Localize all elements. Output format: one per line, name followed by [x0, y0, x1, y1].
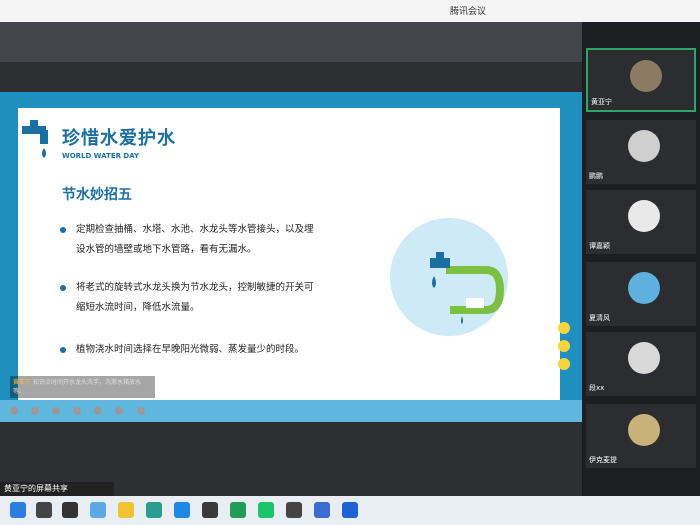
bullet-item: 定期检查抽桶、水塔、水池、水龙头等水管接头，以及埋 设水管的墙壁或地下水管路，看… [60, 220, 362, 260]
share-label-text: 黄亚宁的屏幕共享 [4, 484, 68, 493]
window-title: 腾讯会议 [450, 7, 487, 17]
slide-heading: 节水妙招五 [62, 187, 132, 203]
participant-name: 夏清风 [589, 314, 610, 322]
file-explorer-icon[interactable] [118, 502, 134, 518]
task-view-icon[interactable] [62, 502, 78, 518]
participant-name: 黄亚宁 [591, 98, 612, 106]
chat-text: 知识点时间开水龙头洗手，洗漱水箱放水等。 [13, 379, 141, 395]
presentation-slide: 珍惜水爱护水 WORLD WATER DAY 节水妙招五 定期检查抽桶、水塔、水… [0, 92, 582, 422]
slide-card: 珍惜水爱护水 WORLD WATER DAY 节水妙招五 定期检查抽桶、水塔、水… [18, 108, 560, 400]
participant-name: 谭嘉颖 [589, 242, 610, 250]
annotation-toolbar[interactable] [10, 400, 153, 415]
participant-tile[interactable]: 鹏鹏 [586, 120, 696, 184]
tencent-meeting-icon[interactable] [342, 502, 358, 518]
slide-title: 珍惜水爱护水 [62, 128, 176, 149]
slide-subtitle: WORLD WATER DAY [62, 152, 140, 160]
chat-sender: 黄亚宁 [13, 379, 32, 386]
participant-tile[interactable]: 夏清风 [586, 262, 696, 326]
search-icon[interactable] [36, 502, 52, 518]
participant-tile[interactable]: 伊克麦提 [586, 404, 696, 468]
xbox-icon[interactable] [230, 502, 246, 518]
avatar [628, 130, 660, 162]
participant-tile[interactable]: 黄亚宁 [586, 48, 696, 112]
avatar [628, 342, 660, 374]
faucet-illustration [390, 218, 508, 336]
participant-tile[interactable]: 谭嘉颖 [586, 190, 696, 254]
decorative-bubbles [556, 322, 576, 402]
participant-sidebar: 黄亚宁 鹏鹏 谭嘉颖 夏清风 段xx 伊克麦提 [582, 22, 700, 496]
avatar [628, 272, 660, 304]
store-icon[interactable] [202, 502, 218, 518]
avatar [628, 200, 660, 232]
edge-icon[interactable] [146, 502, 162, 518]
widgets-icon[interactable] [90, 502, 106, 518]
avatar [628, 414, 660, 446]
participant-name: 鹏鹏 [589, 172, 603, 180]
windows-taskbar [0, 496, 700, 525]
participant-name: 伊克麦提 [589, 456, 617, 464]
faucet-pipe-icon [430, 252, 505, 324]
app-icon[interactable] [314, 502, 330, 518]
screen-share-label: 黄亚宁的屏幕共享 [0, 482, 114, 496]
pointer-icon[interactable] [10, 407, 18, 415]
app-icon[interactable] [286, 502, 302, 518]
wechat-icon[interactable] [258, 502, 274, 518]
app-titlebar: 腾讯会议 [0, 0, 700, 22]
participant-tile[interactable]: 段xx [586, 332, 696, 396]
bullet-item: 将老式的旋转式水龙头换为节水龙头，控制敏捷的开关可 缩短水流时间，降低水流量。 [60, 278, 362, 318]
top-bar [0, 22, 582, 62]
bullet-item: 植物浇水时间选择在早晚阳光微弱、蒸发量少的时段。 [60, 340, 362, 360]
start-icon[interactable] [10, 502, 26, 518]
browser-icon[interactable] [174, 502, 190, 518]
more-icon[interactable] [136, 407, 145, 415]
water-tap-icon [22, 120, 48, 158]
avatar [630, 60, 662, 92]
participant-name: 段xx [589, 384, 605, 392]
chat-bubble: 黄亚宁 知识点时间开水龙头洗手，洗漱水箱放水等。 [10, 376, 155, 398]
